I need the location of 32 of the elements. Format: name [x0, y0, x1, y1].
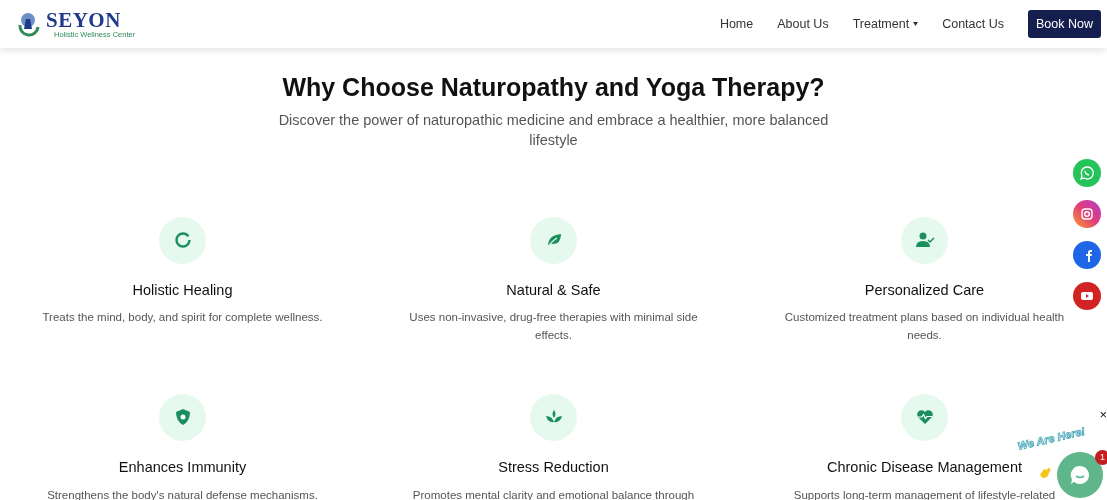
notification-badge: 1	[1095, 450, 1107, 465]
chat-icon	[1069, 464, 1091, 486]
ring-icon	[172, 230, 193, 251]
nav-link[interactable]: Home	[719, 10, 754, 38]
chat-label: We Are Here!	[1017, 422, 1099, 452]
feature-title: Holistic Healing	[132, 280, 233, 300]
feature-title: Chronic Disease Management	[826, 457, 1022, 477]
feature-title: Stress Reduction	[498, 457, 609, 477]
feature-title: Personalized Care	[864, 280, 985, 300]
caret-icon	[913, 22, 919, 26]
feature-description: Treats the mind, body, and spirit for complete wellness.	[42, 310, 323, 326]
facebook-icon[interactable]	[1073, 241, 1101, 269]
feature-title: Enhances Immunity	[118, 457, 247, 477]
section-subtitle: Discover the power of naturopathic medicine and embrace a healthier, more balanced lifestyle	[277, 111, 830, 151]
feature-title: Natural & Safe	[506, 280, 601, 300]
feature-description: Strengthens the body's natural defense mechanisms.	[47, 487, 318, 500]
feature-description: Uses non-invasive, drug-free therapies with minimal side effects.	[408, 310, 699, 343]
dropdown-link[interactable]: Treatment	[852, 10, 919, 38]
chat-button[interactable]	[1057, 452, 1103, 498]
feature-description: Supports long-term management of lifestyle-related	[793, 487, 1056, 500]
nav-link[interactable]: About Us	[777, 10, 829, 38]
brand-name[interactable]: SEYON	[46, 9, 136, 31]
feature-description: Promotes mental clarity and emotional balance through	[412, 487, 695, 500]
book-now-button[interactable]: Book Now	[1028, 9, 1101, 39]
instagram-icon[interactable]	[1073, 200, 1101, 228]
close-button[interactable]: ×	[1099, 408, 1107, 421]
section-heading: Why Choose Naturopathy and Yoga Therapy?	[282, 72, 825, 102]
nav-link[interactable]: Contact Us	[942, 10, 1004, 38]
waving-hand-icon	[1037, 466, 1053, 480]
feature-description: Customized treatment plans based on individual health needs.	[783, 310, 1066, 343]
logo-icon	[16, 11, 42, 37]
play-icon[interactable]	[1073, 282, 1101, 310]
